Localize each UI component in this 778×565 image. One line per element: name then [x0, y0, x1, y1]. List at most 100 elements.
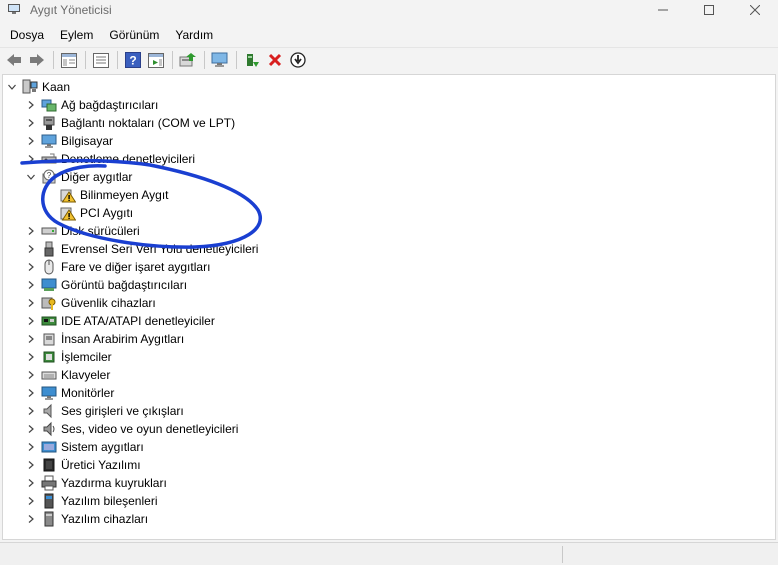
tree-category[interactable]: İnsan Arabirim Aygıtları: [24, 330, 184, 348]
tree-category[interactable]: Yazdırma kuyrukları: [24, 474, 167, 492]
tree-toggle[interactable]: [5, 78, 19, 96]
menu-gorunum[interactable]: Görünüm: [101, 25, 167, 45]
close-button[interactable]: [732, 0, 778, 20]
tree-category[interactable]: Güvenlik cihazları: [24, 294, 156, 312]
chevron-right-icon: [28, 227, 34, 235]
back-button[interactable]: [4, 50, 24, 70]
tree-category[interactable]: Evrensel Seri Veri Yolu denetleyicileri: [24, 240, 258, 258]
warning-device-icon-wrap: [60, 187, 76, 203]
tree-category[interactable]: Ses, video ve oyun denetleyicileri: [24, 420, 238, 438]
tree-category[interactable]: Yazılım bileşenleri: [24, 492, 157, 510]
scan-hardware-button[interactable]: [210, 50, 230, 70]
sound-controller-icon-wrap: [41, 421, 57, 437]
tree-toggle[interactable]: [24, 420, 38, 438]
tree-category[interactable]: Monitörler: [24, 384, 114, 402]
tree-toggle[interactable]: [24, 276, 38, 294]
tree-item-label: Yazdırma kuyrukları: [61, 476, 167, 490]
action-pane-button[interactable]: [146, 50, 166, 70]
tree-category[interactable]: Ağ bağdaştırıcıları: [24, 96, 158, 114]
chevron-right-icon: [28, 515, 34, 523]
tree-toggle[interactable]: [24, 348, 38, 366]
chevron-down-icon: [8, 84, 16, 90]
tree-toggle[interactable]: [24, 492, 38, 510]
tree-toggle[interactable]: [24, 222, 38, 240]
close-icon: [750, 5, 760, 15]
warning-device-icon: [60, 189, 76, 203]
uninstall-device-button[interactable]: [265, 50, 285, 70]
tree-toggle[interactable]: [24, 330, 38, 348]
download-driver-button[interactable]: [288, 50, 308, 70]
back-arrow-icon: [7, 54, 21, 66]
port-icon: [43, 116, 55, 130]
tree-toggle[interactable]: [24, 438, 38, 456]
maximize-button[interactable]: [686, 0, 732, 20]
enable-device-button[interactable]: [242, 50, 262, 70]
tree-toggle[interactable]: [24, 510, 38, 528]
help-icon: ?: [125, 52, 141, 68]
show-hide-tree-button[interactable]: [59, 50, 79, 70]
properties-icon: [93, 52, 109, 68]
menu-yardim[interactable]: Yardım: [167, 25, 221, 45]
tree-toggle[interactable]: [24, 96, 38, 114]
tree-device[interactable]: PCI Aygıtı: [43, 204, 133, 222]
tree-category[interactable]: İşlemciler: [24, 348, 112, 366]
tree-item-root[interactable]: Kaan: [5, 78, 70, 96]
chevron-down-icon: [27, 174, 35, 180]
tree-toggle[interactable]: [24, 150, 38, 168]
chevron-right-icon: [28, 479, 34, 487]
update-driver-button[interactable]: [178, 50, 198, 70]
disk-drive-icon: [41, 227, 57, 235]
tree-category[interactable]: Bağlantı noktaları (COM ve LPT): [24, 114, 235, 132]
svg-text:?: ?: [129, 54, 136, 68]
warning-device-icon: [60, 207, 76, 221]
tree-toggle[interactable]: [24, 312, 38, 330]
toolbar-separator: [236, 51, 237, 69]
tree-category[interactable]: Disk sürücüleri: [24, 222, 140, 240]
tree-category[interactable]: IDE ATA/ATAPI denetleyiciler: [24, 312, 215, 330]
tree-item-label: PCI Aygıtı: [80, 206, 134, 220]
tree-item-label: Üretici Yazılımı: [61, 458, 141, 472]
toolbar-separator: [204, 51, 205, 69]
tree-toggle[interactable]: [24, 294, 38, 312]
forward-button[interactable]: [27, 50, 47, 70]
tree-item-label: İşlemciler: [61, 350, 112, 364]
tree-toggle[interactable]: [24, 258, 38, 276]
tree-toggle[interactable]: [24, 474, 38, 492]
tree-category[interactable]: Denetleme denetleyicileri: [24, 150, 195, 168]
tree-category[interactable]: Üretici Yazılımı: [24, 456, 141, 474]
tree-device[interactable]: Bilinmeyen Aygıt: [43, 186, 169, 204]
tree-category[interactable]: Klavyeler: [24, 366, 110, 384]
properties-button[interactable]: [91, 50, 111, 70]
tree-toggle[interactable]: [24, 456, 38, 474]
tree-category[interactable]: ? Diğer aygıtlar: [24, 168, 132, 186]
menu-dosya[interactable]: Dosya: [2, 25, 52, 45]
tree-category[interactable]: Yazılım cihazları: [24, 510, 148, 528]
tree-toggle[interactable]: [24, 168, 38, 186]
tree-toggle[interactable]: [24, 132, 38, 150]
show-hide-tree-icon: [61, 52, 77, 68]
chevron-right-icon: [28, 335, 34, 343]
help-button[interactable]: ?: [123, 50, 143, 70]
enable-device-icon: [247, 54, 259, 67]
tree-toggle[interactable]: [24, 366, 38, 384]
tree-toggle[interactable]: [24, 240, 38, 258]
update-driver-icon: [179, 53, 196, 67]
tree-item-label: Disk sürücüleri: [61, 224, 140, 238]
tree-category[interactable]: Ses girişleri ve çıkışları: [24, 402, 184, 420]
chevron-right-icon: [28, 407, 34, 415]
tree-category[interactable]: Sistem aygıtları: [24, 438, 144, 456]
tree-item-label: Ağ bağdaştırıcıları: [61, 98, 159, 112]
tree-toggle[interactable]: [24, 384, 38, 402]
minimize-button[interactable]: [640, 0, 686, 20]
tree-category[interactable]: Fare ve diğer işaret aygıtları: [24, 258, 210, 276]
tree-toggle[interactable]: [24, 402, 38, 420]
download-driver-icon: [290, 52, 306, 68]
status-bar: [0, 542, 778, 565]
controller-icon: [41, 153, 57, 164]
chevron-right-icon: [28, 119, 34, 127]
tree-category[interactable]: Görüntü bağdaştırıcıları: [24, 276, 187, 294]
tree-category[interactable]: Bilgisayar: [24, 132, 113, 150]
tree-toggle[interactable]: [24, 114, 38, 132]
tree-item-label: Bilinmeyen Aygıt: [80, 188, 169, 202]
menu-eylem[interactable]: Eylem: [52, 25, 101, 45]
